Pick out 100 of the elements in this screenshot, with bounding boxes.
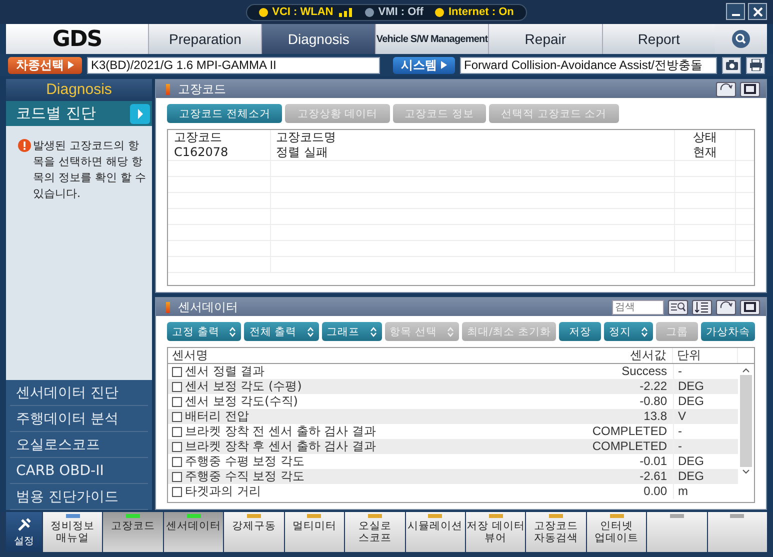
sensor-unit: DEG (673, 379, 738, 394)
sidebar-item[interactable]: 오실로스코프 (10, 432, 148, 458)
retry-button[interactable] (716, 300, 736, 314)
checkbox[interactable] (172, 456, 182, 466)
sensor-action-button[interactable]: 고정 출력 (167, 322, 242, 341)
column-header: 센서명 (171, 348, 209, 363)
search-field[interactable]: 검색 (612, 300, 664, 314)
sidebar-item[interactable]: 주행데이터 분석 (10, 406, 148, 432)
nav-tab[interactable]: Preparation (148, 24, 262, 54)
checkbox[interactable] (172, 426, 182, 436)
checkbox[interactable] (172, 486, 182, 496)
search-button[interactable] (668, 300, 688, 314)
sensor-unit: DEG (673, 469, 738, 484)
logo: GDS (6, 24, 148, 54)
vehicle-field[interactable]: K3(BD)/2021/G 1.6 MPI-GAMMA II (87, 56, 380, 74)
sensor-value: 13.8 (642, 409, 668, 424)
maximize-button[interactable] (740, 300, 760, 314)
panel-title: 고장코드 (178, 80, 226, 98)
toolbar-button[interactable]: 인터넷 업데이트 (586, 512, 646, 552)
column-header: 단위 (672, 348, 737, 363)
panel-title: 센서데이터 (178, 298, 238, 316)
dtc-row[interactable]: C162078 정렬 실패 현재 (168, 145, 754, 161)
toolbar-button[interactable]: 강제구동 (224, 512, 284, 552)
sensor-action-button[interactable]: 저장 (558, 322, 601, 341)
column-header: 상태 (674, 130, 735, 145)
sensor-action-button[interactable]: 전체 출력 (244, 322, 319, 341)
scroll-down-icon (742, 469, 750, 476)
maximize-icon (744, 84, 756, 94)
toolbar-button[interactable]: 시뮬레이션 (406, 512, 465, 552)
search-button[interactable] (715, 24, 768, 54)
system-button[interactable]: 시스템 (392, 56, 455, 74)
table-cell-text: 정렬 실패 (275, 145, 329, 160)
checkbox[interactable] (172, 442, 182, 452)
dtc-action-button[interactable]: 고장코드 전체소거 (167, 104, 282, 123)
sensor-action-button[interactable]: 그래프 (322, 322, 382, 341)
settings-button[interactable]: 설정 (6, 512, 42, 552)
vehicle-select-button[interactable]: 차종선택 (8, 56, 82, 74)
toolbar-button[interactable]: 고장코드 자동검색 (526, 512, 586, 552)
sidebar-item[interactable]: 센서데이터 진단 (10, 380, 148, 406)
sensor-value: 0.00 (642, 484, 668, 499)
sensor-name: 센서 정렬 결과 (185, 364, 265, 379)
system-field[interactable]: Forward Collision-Avoidance Assist/전방충돌 (460, 56, 718, 74)
nav-tab[interactable]: Vehicle S/W Management (374, 24, 488, 54)
checkbox[interactable] (172, 412, 182, 422)
info-note: 발생된 고장코드의 항목을 선택하면 해당 항목의 정보를 확인 할 수 있습니다. (33, 138, 146, 202)
sensor-name: 배터리 전압 (185, 409, 249, 424)
maximize-button[interactable] (740, 82, 760, 96)
sensor-name: 브라켓 장착 후 센서 출하 검사 결과 (185, 439, 376, 454)
play-icon (130, 104, 150, 124)
sensor-name: 센서 보정 각도 (수평) (185, 379, 302, 394)
nav-tab[interactable]: Repair (488, 24, 602, 54)
sensor-name: 타겟과의 거리 (185, 484, 261, 499)
close-button[interactable] (748, 3, 767, 20)
search-icon (670, 301, 686, 313)
printer-icon (748, 59, 763, 71)
toolbar-button[interactable]: 멀티미터 (284, 512, 344, 552)
checkbox[interactable] (172, 382, 182, 392)
triangle-icon (440, 61, 447, 69)
minimize-button[interactable] (726, 3, 745, 20)
toolbar-button[interactable]: 고장코드 (103, 512, 163, 552)
warning-icon (18, 139, 31, 152)
checkbox[interactable] (172, 366, 182, 376)
camera-button[interactable] (722, 56, 742, 74)
sensor-action-button[interactable]: 가상차속 (701, 322, 756, 341)
sidebar-item[interactable]: 범용 진단가이드 (10, 484, 148, 510)
toolbar-button[interactable]: 오실로 스코프 (345, 512, 405, 552)
sensor-value: COMPLETED (591, 424, 668, 439)
sensor-value: -2.22 (638, 379, 668, 394)
nav-tab[interactable]: Report (602, 24, 716, 54)
toolbar-button[interactable]: 저장 데이터 뷰어 (466, 512, 526, 552)
sensor-name: 주행중 수직 보정 각도 (185, 469, 304, 484)
scroll-up-icon (742, 367, 750, 373)
toolbar-button[interactable]: 정비정보 매뉴얼 (43, 512, 102, 552)
sidebar-item[interactable]: CARB OBD-II (10, 458, 148, 484)
sensor-action-button[interactable]: 정지 (604, 322, 653, 341)
nav-tab[interactable]: Diagnosis (261, 24, 375, 54)
retry-button[interactable] (716, 82, 736, 96)
sensor-unit: V (673, 409, 738, 424)
tools-icon (16, 516, 32, 532)
sensor-value: Success (620, 364, 668, 379)
toolbar-button[interactable]: 센서데이터 (164, 512, 224, 552)
list-button[interactable] (692, 300, 712, 314)
sensor-value: -0.80 (638, 394, 668, 409)
sidebar-current-item[interactable]: 코드별 진단 (6, 101, 152, 126)
print-button[interactable] (746, 56, 765, 74)
close-icon (752, 6, 764, 18)
sidebar-title: Diagnosis (6, 79, 152, 101)
column-header: 센서값 (629, 348, 667, 363)
search-icon (731, 29, 752, 49)
column-header: 고장코드명 (275, 130, 337, 145)
sensor-name: 센서 보정 각도(수직) (185, 394, 298, 409)
sensor-unit: - (673, 439, 738, 454)
sensor-name: 주행중 수평 보정 각도 (185, 454, 304, 469)
minimize-icon (732, 14, 740, 16)
maximize-icon (744, 302, 756, 312)
checkbox[interactable] (172, 472, 182, 482)
table-cell: C162078 (168, 145, 271, 160)
checkbox[interactable] (172, 396, 182, 406)
sensor-unit: m (673, 484, 738, 499)
table-cell: 현재 (674, 145, 735, 160)
